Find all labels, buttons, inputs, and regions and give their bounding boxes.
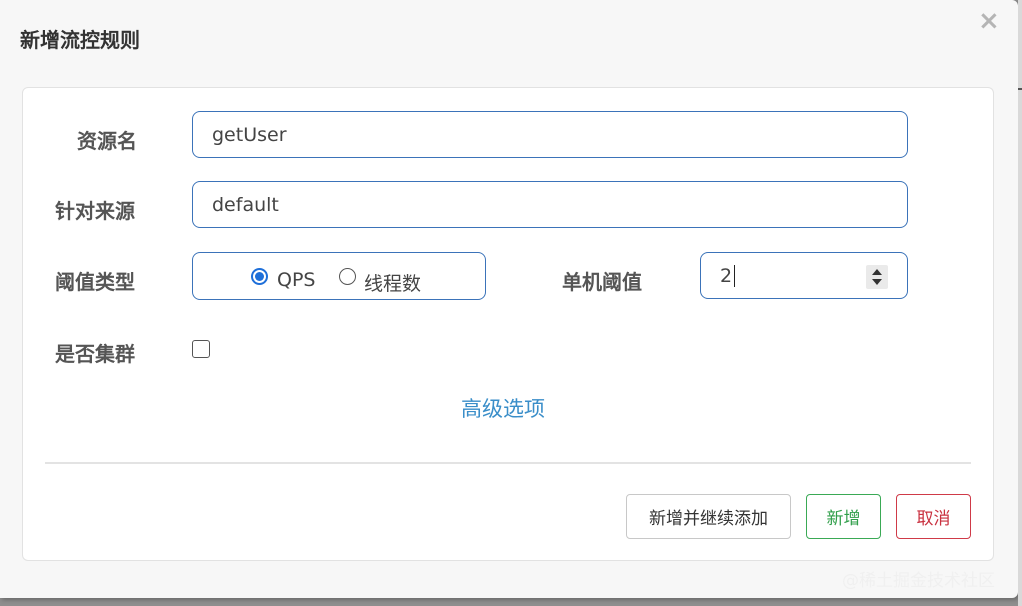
radio-qps[interactable] bbox=[251, 268, 268, 285]
close-icon[interactable]: × bbox=[978, 6, 1000, 36]
dialog-title: 新增流控规则 bbox=[20, 28, 140, 52]
cluster-checkbox[interactable] bbox=[192, 340, 210, 358]
text-caret bbox=[734, 264, 736, 287]
strip-mark bbox=[1018, 88, 1022, 90]
footer-divider bbox=[45, 462, 971, 464]
limit-app-label: 针对来源 bbox=[55, 199, 135, 223]
count-value: 2 bbox=[720, 264, 733, 287]
resource-name-label: 资源名 bbox=[77, 129, 137, 153]
grade-radio-group: QPS 线程数 bbox=[192, 252, 486, 300]
grade-label: 阈值类型 bbox=[55, 270, 135, 294]
count-input[interactable]: 2 bbox=[700, 252, 908, 299]
background-page-strip bbox=[1018, 0, 1022, 606]
watermark: @稀土掘金技术社区 bbox=[842, 571, 995, 591]
spinner-down-icon[interactable] bbox=[872, 279, 882, 285]
count-label: 单机阈值 bbox=[562, 270, 642, 294]
add-flow-rule-dialog: 新增流控规则 × 资源名 getUser 针对来源 default 阈值类型 Q… bbox=[0, 0, 1018, 598]
radio-thread-label[interactable]: 线程数 bbox=[364, 269, 421, 296]
resource-name-value: getUser bbox=[212, 123, 287, 146]
cluster-label: 是否集群 bbox=[55, 342, 135, 366]
resource-name-input[interactable]: getUser bbox=[192, 111, 908, 158]
spinner-up-icon[interactable] bbox=[872, 269, 882, 275]
limit-app-value: default bbox=[212, 193, 279, 216]
form-panel: 资源名 getUser 针对来源 default 阈值类型 QPS 线程数 单机… bbox=[22, 87, 994, 561]
number-spinner[interactable] bbox=[866, 265, 888, 289]
radio-thread[interactable] bbox=[339, 268, 356, 285]
add-and-continue-button[interactable]: 新增并继续添加 bbox=[626, 494, 791, 539]
advanced-options-link[interactable]: 高级选项 bbox=[461, 393, 545, 423]
add-button[interactable]: 新增 bbox=[806, 494, 881, 539]
cancel-button[interactable]: 取消 bbox=[896, 494, 971, 539]
radio-qps-label[interactable]: QPS bbox=[277, 269, 315, 291]
limit-app-input[interactable]: default bbox=[192, 181, 908, 228]
